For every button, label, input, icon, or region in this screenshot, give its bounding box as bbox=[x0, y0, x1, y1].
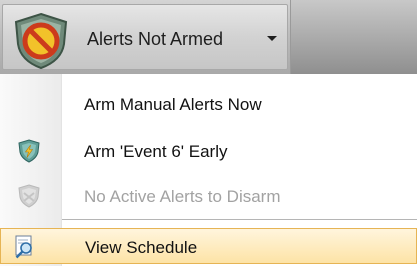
toolbar-background bbox=[290, 0, 417, 74]
shield-no-icon bbox=[14, 12, 68, 70]
alerts-dropdown-menu: Arm Manual Alerts Now Arm 'Event 6' Earl… bbox=[0, 74, 417, 266]
menu-item-label: No Active Alerts to Disarm bbox=[84, 187, 281, 206]
menu-separator bbox=[62, 219, 417, 220]
chevron-down-icon[interactable] bbox=[267, 36, 277, 41]
alerts-button-label: Alerts Not Armed bbox=[87, 29, 224, 49]
toolbar: Alerts Not Armed bbox=[0, 0, 417, 74]
menu-item-label: View Schedule bbox=[85, 238, 198, 257]
menu-item-arm-event-early[interactable]: Arm 'Event 6' Early bbox=[0, 135, 417, 167]
alerts-not-armed-button[interactable]: Alerts Not Armed bbox=[2, 4, 288, 70]
menu-item-arm-manual-alerts-now[interactable]: Arm Manual Alerts Now bbox=[0, 88, 417, 120]
menu-item-view-schedule[interactable]: View Schedule bbox=[0, 228, 417, 264]
menu-item-no-active-alerts: No Active Alerts to Disarm bbox=[0, 180, 417, 212]
menu-item-label: Arm 'Event 6' Early bbox=[84, 142, 228, 161]
shield-bolt-icon bbox=[18, 139, 40, 163]
magnifier-document-icon bbox=[15, 235, 32, 259]
menu-item-label: Arm Manual Alerts Now bbox=[84, 95, 262, 114]
shield-disabled-icon bbox=[18, 184, 40, 208]
